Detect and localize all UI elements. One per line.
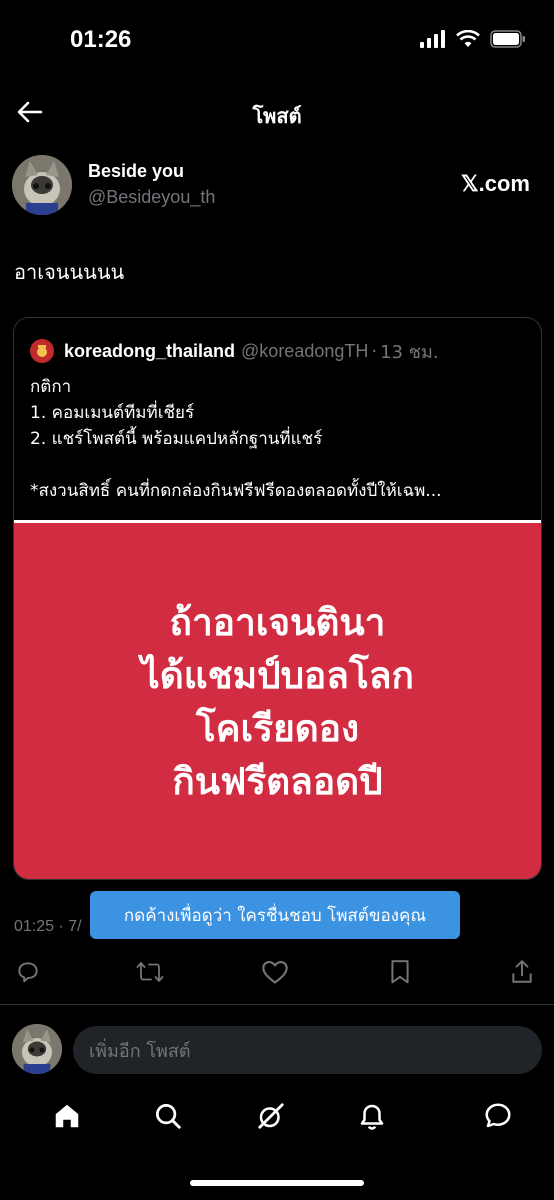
tab-messages[interactable] [478, 1098, 518, 1138]
wifi-icon [456, 29, 480, 52]
share-button[interactable] [504, 956, 540, 992]
grok-icon [256, 1101, 286, 1135]
like-icon [261, 959, 289, 989]
bell-icon [357, 1101, 387, 1135]
quote-line [30, 452, 529, 478]
reply-bar: เพิ่มอีก โพสต์ [0, 1022, 554, 1078]
image-text-line: ได้แชมป์บอลโลก [141, 654, 414, 697]
author-handle[interactable]: @Besideyou_th [88, 187, 215, 208]
battery-icon [490, 30, 526, 52]
like-button[interactable] [257, 956, 293, 992]
bottom-tab-bar [0, 1094, 554, 1142]
quote-avatar [30, 339, 54, 363]
status-icons [420, 29, 526, 52]
reply-input[interactable]: เพิ่มอีก โพสต์ [73, 1026, 542, 1074]
quote-author-name: koreadong_thailand [64, 340, 236, 361]
source-label: 𝕏.com [460, 171, 530, 196]
post-author: Beside you @Besideyou_th 𝕏.com [12, 155, 542, 215]
signal-icon [420, 30, 446, 52]
bookmark-icon [388, 959, 412, 989]
author-name[interactable]: Beside you [88, 161, 184, 182]
quote-line: *สงวนสิทธิ์ คนที่กดกล่องกินฟรีฟรีดองตลอด… [30, 481, 442, 501]
tab-home[interactable] [47, 1098, 87, 1138]
page-title: โพสต์ [252, 104, 302, 128]
repost-button[interactable] [132, 956, 168, 992]
quote-line: 1. คอมเมนต์ทีมที่เชียร์ [30, 403, 195, 423]
tab-search[interactable] [148, 1098, 188, 1138]
quote-header: koreadong_thailand @koreadongTH · 13 ชม. [30, 338, 531, 364]
status-bar: 01:26 [0, 0, 554, 86]
quote-author-handle: @koreadongTH [241, 340, 369, 361]
image-text-line: กินฟรีตลอดปี [172, 760, 383, 803]
post-timestamp: 01:25 · 7/ [14, 918, 82, 935]
quote-separator: · [371, 340, 378, 362]
tab-grok[interactable] [251, 1098, 291, 1138]
top-nav: โพสต์ [0, 90, 554, 138]
quoted-post[interactable]: koreadong_thailand @koreadongTH · 13 ชม.… [13, 317, 542, 880]
search-icon [153, 1101, 183, 1135]
tab-notifications[interactable] [352, 1098, 392, 1138]
reply-button[interactable] [10, 956, 46, 992]
user-avatar[interactable] [12, 1024, 62, 1074]
share-icon [510, 959, 534, 989]
reply-icon [15, 959, 41, 989]
quote-line: กติกา [30, 377, 72, 397]
action-bar [0, 956, 554, 992]
like-tooltip: กดค้างเพื่อดูว่า ใครชื่นชอบ โพสต์ของคุณ [90, 891, 460, 939]
image-text-line: โคเรียดอง [195, 707, 360, 750]
image-text-line: ถ้าอาเจนตินา [169, 601, 386, 644]
author-avatar[interactable] [12, 155, 72, 215]
divider [0, 1004, 554, 1005]
home-icon [52, 1101, 82, 1135]
status-time: 01:26 [70, 26, 132, 53]
bookmark-button[interactable] [382, 956, 418, 992]
home-indicator [190, 1180, 364, 1186]
quote-line: 2. แชร์โพสต์นี้ พร้อมแคปหลักฐานที่แชร์ [30, 429, 323, 449]
quote-timestamp: 13 ชม. [380, 341, 439, 363]
repost-icon [136, 959, 164, 989]
quote-text: กติกา 1. คอมเมนต์ทีมที่เชียร์ 2. แชร์โพส… [30, 374, 529, 504]
post-text: อาเจนนนนน [14, 260, 125, 284]
messages-icon [483, 1101, 513, 1135]
quote-image[interactable]: ถ้าอาเจนตินา ได้แชมป์บอลโลก โคเรียดอง กิ… [14, 523, 541, 879]
